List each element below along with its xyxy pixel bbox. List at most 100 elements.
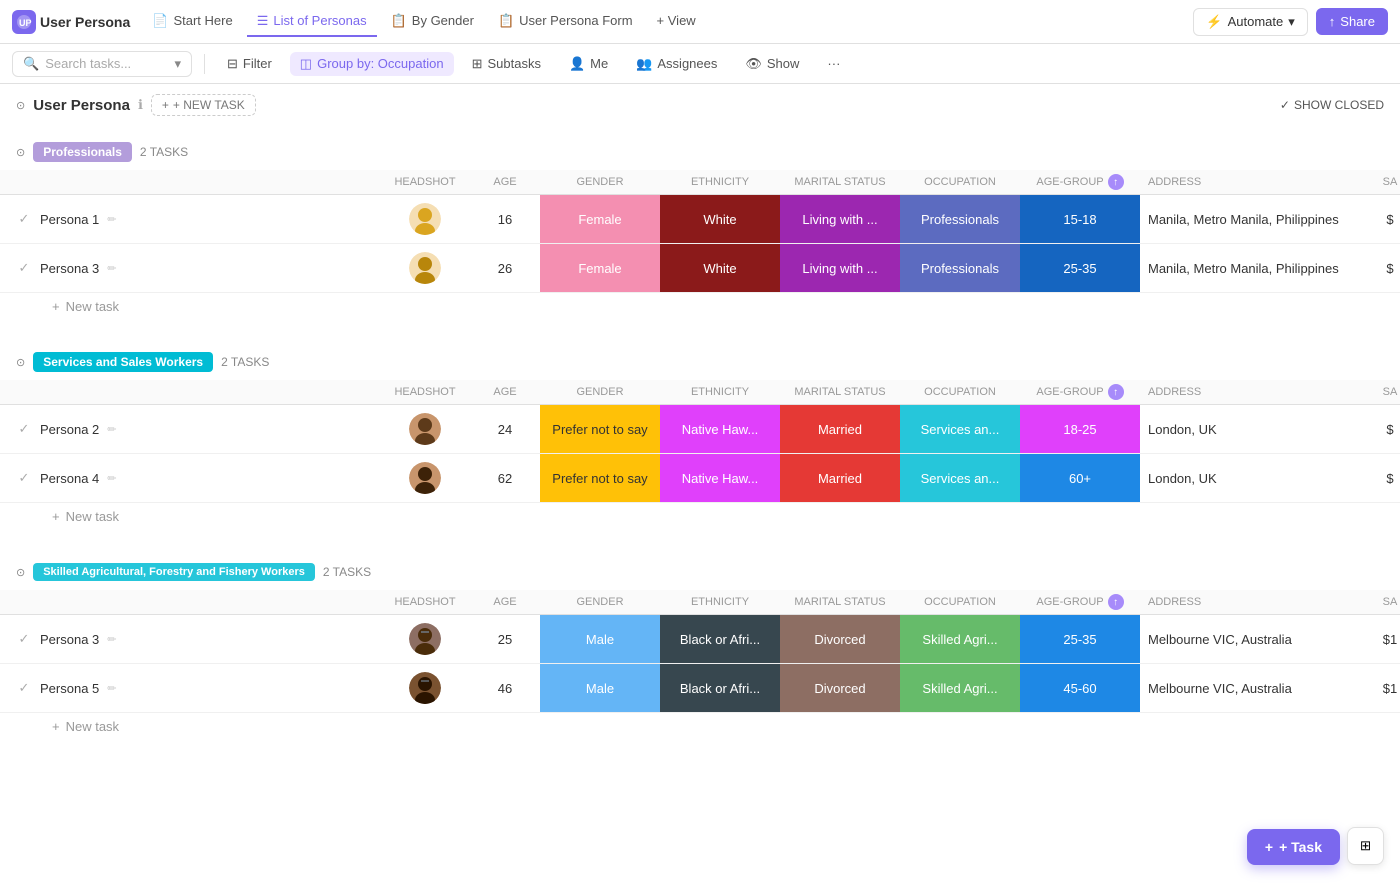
- checkbox-icon[interactable]: ✓: [16, 470, 32, 486]
- subtasks-button[interactable]: ⊞ Subtasks: [462, 52, 551, 76]
- collapse-skilled-button[interactable]: ⊙: [16, 566, 25, 579]
- address-cell: Manila, Metro Manila, Philippines: [1140, 195, 1360, 243]
- tab-by-gender[interactable]: 📋 By Gender: [381, 7, 484, 37]
- table-row: ✓ Persona 5 ✏ 46 Male Black or Afri... D…: [0, 664, 1400, 713]
- group-skilled-agricultural: ⊙ Skilled Agricultural, Forestry and Fis…: [0, 554, 1400, 740]
- group-by-button[interactable]: ◫ Group by: Occupation: [290, 52, 454, 76]
- avatar: [409, 203, 441, 235]
- page-header: ⊙ User Persona ℹ + + NEW TASK ✓ SHOW CLO…: [0, 84, 1400, 126]
- gender-cell: Female: [540, 195, 660, 243]
- salary-cell: $1: [1360, 615, 1400, 663]
- group-label-services: Services and Sales Workers: [33, 352, 213, 372]
- show-closed-button[interactable]: ✓ SHOW CLOSED: [1280, 98, 1384, 112]
- edit-icon[interactable]: ✏: [107, 633, 116, 646]
- new-task-row-skilled[interactable]: + New task: [0, 713, 1400, 740]
- col-header-marital: MARITAL STATUS: [780, 176, 900, 188]
- col-header-sal: SA: [1360, 596, 1400, 608]
- age-group-cell: 25-35: [1020, 244, 1140, 292]
- search-box[interactable]: 🔍 Search tasks... ▾: [12, 51, 192, 77]
- address-cell: Melbourne VIC, Australia: [1140, 615, 1360, 663]
- form-icon: 📋: [498, 13, 514, 29]
- filter-button[interactable]: ⊟ Filter: [217, 52, 282, 76]
- address-cell: London, UK: [1140, 405, 1360, 453]
- group-header-professionals: ⊙ Professionals 2 TASKS: [0, 134, 1400, 170]
- edit-icon[interactable]: ✏: [107, 262, 116, 275]
- checkbox-icon[interactable]: ✓: [16, 631, 32, 647]
- table-row: ✓ Persona 3 ✏ 26 Female White Living wit…: [0, 244, 1400, 293]
- salary-cell: $: [1360, 454, 1400, 502]
- checkbox-icon[interactable]: ✓: [16, 211, 32, 227]
- automate-button[interactable]: ⚡ Automate ▾: [1193, 8, 1307, 36]
- col-header-age: AGE: [470, 386, 540, 398]
- group-count-professionals: 2 TASKS: [140, 145, 188, 159]
- age-cell: 26: [470, 261, 540, 276]
- group-services-sales: ⊙ Services and Sales Workers 2 TASKS HEA…: [0, 344, 1400, 530]
- headshot-cell: [380, 672, 470, 704]
- headshot-cell: [380, 203, 470, 235]
- me-button[interactable]: 👤 Me: [559, 52, 618, 76]
- more-button[interactable]: ···: [817, 52, 850, 75]
- edit-icon[interactable]: ✏: [107, 423, 116, 436]
- address-cell: Manila, Metro Manila, Philippines: [1140, 244, 1360, 292]
- tab-start-here[interactable]: 📄 Start Here: [142, 7, 242, 37]
- salary-cell: $: [1360, 244, 1400, 292]
- show-button[interactable]: 👁 Show: [735, 52, 809, 76]
- subtasks-icon: ⊞: [472, 56, 483, 72]
- col-header-marital: MARITAL STATUS: [780, 386, 900, 398]
- new-task-row-professionals[interactable]: + New task: [0, 293, 1400, 320]
- checkbox-icon[interactable]: ✓: [16, 421, 32, 437]
- sort-icon[interactable]: ↑: [1108, 174, 1124, 190]
- sort-icon[interactable]: ↑: [1108, 594, 1124, 610]
- tab-add-view[interactable]: + View: [647, 7, 706, 36]
- age-group-cell: 45-60: [1020, 664, 1140, 712]
- occupation-cell: Professionals: [900, 195, 1020, 243]
- page-title: User Persona: [33, 97, 130, 114]
- group-count-skilled: 2 TASKS: [323, 565, 371, 579]
- salary-cell: $1: [1360, 664, 1400, 712]
- table-row: ✓ Persona 1 ✏ 16 Female White Living wit…: [0, 195, 1400, 244]
- new-task-row-services[interactable]: + New task: [0, 503, 1400, 530]
- ethnicity-cell: Native Haw...: [660, 454, 780, 502]
- edit-icon[interactable]: ✏: [107, 472, 116, 485]
- col-header-ethnicity: ETHNICITY: [660, 596, 780, 608]
- headshot-cell: [380, 413, 470, 445]
- chevron-down-icon: ▾: [174, 56, 181, 72]
- task-name-cell: ✓ Persona 3 ✏: [0, 254, 380, 282]
- assignees-button[interactable]: 👥 Assignees: [626, 52, 727, 76]
- avatar: [409, 252, 441, 284]
- age-group-cell: 60+: [1020, 454, 1140, 502]
- avatar: [409, 413, 441, 445]
- col-header-headshot: HEADSHOT: [380, 386, 470, 398]
- gender-cell: Prefer not to say: [540, 405, 660, 453]
- share-button[interactable]: ↑ Share: [1316, 8, 1388, 35]
- task-name-cell: ✓ Persona 3 ✏: [0, 625, 380, 653]
- assignees-icon: 👥: [636, 56, 652, 72]
- sort-icon[interactable]: ↑: [1108, 384, 1124, 400]
- edit-icon[interactable]: ✏: [107, 213, 116, 226]
- group-count-services: 2 TASKS: [221, 355, 269, 369]
- task-name: Persona 2: [40, 422, 99, 437]
- avatar: [409, 623, 441, 655]
- col-header-occupation: OCCUPATION: [900, 596, 1020, 608]
- checkbox-icon[interactable]: ✓: [16, 680, 32, 696]
- age-cell: 24: [470, 422, 540, 437]
- info-icon[interactable]: ℹ: [138, 97, 143, 113]
- grid-view-fab[interactable]: ⊞: [1347, 827, 1384, 865]
- edit-icon[interactable]: ✏: [107, 682, 116, 695]
- svg-text:UP: UP: [19, 18, 32, 28]
- tab-user-persona-form[interactable]: 📋 User Persona Form: [488, 7, 643, 37]
- column-headers-services: HEADSHOT AGE GENDER ETHNICITY MARITAL ST…: [0, 380, 1400, 405]
- filter-icon: ⊟: [227, 56, 238, 72]
- search-icon: 🔍: [23, 56, 39, 72]
- tab-list-of-personas[interactable]: ☰ List of Personas: [247, 7, 377, 37]
- checkbox-icon[interactable]: ✓: [16, 260, 32, 276]
- col-header-gender: GENDER: [540, 596, 660, 608]
- collapse-professionals-button[interactable]: ⊙: [16, 146, 25, 159]
- top-navigation: UP User Persona 📄 Start Here ☰ List of P…: [0, 0, 1400, 44]
- collapse-services-button[interactable]: ⊙: [16, 356, 25, 369]
- age-cell: 25: [470, 632, 540, 647]
- new-task-button[interactable]: + + NEW TASK: [151, 94, 256, 116]
- ethnicity-cell: Black or Afri...: [660, 664, 780, 712]
- page-collapse-button[interactable]: ⊙: [16, 99, 25, 112]
- add-task-fab[interactable]: + + Task: [1247, 829, 1340, 865]
